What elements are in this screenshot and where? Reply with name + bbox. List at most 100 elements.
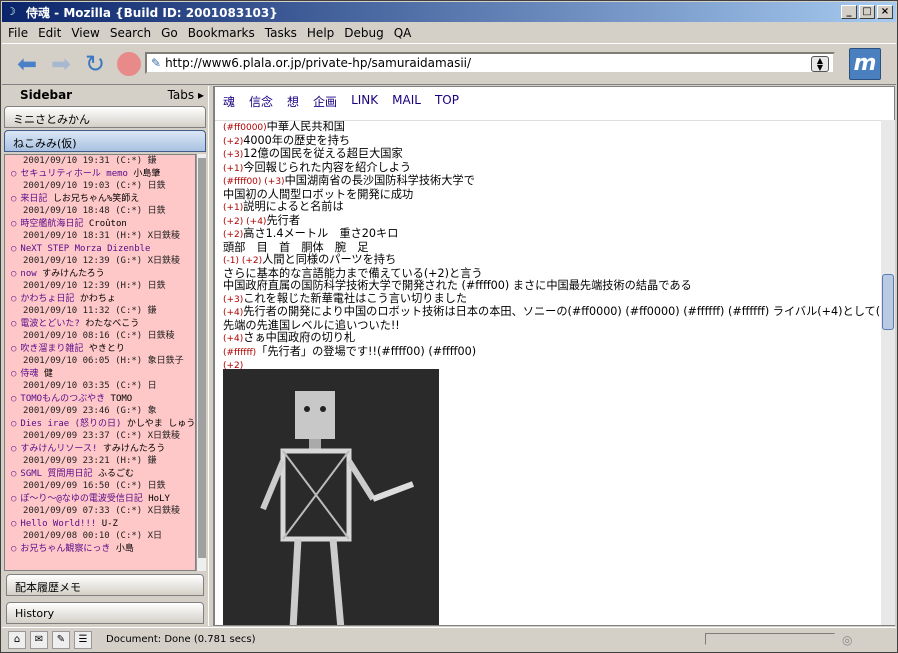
item-title[interactable]: 時空艦航海日記 — [20, 219, 83, 229]
item-title[interactable]: 侍魂 — [20, 369, 38, 379]
nav-link[interactable]: 企画 — [313, 93, 337, 110]
list-item[interactable]: ○ TOMOもんのつぶやき TOMO 2001/09/09 23:46 (G:*) … — [5, 393, 195, 418]
menu-help[interactable]: Help — [307, 26, 334, 40]
item-author: 小島肇 — [133, 168, 161, 179]
item-title[interactable]: すみけんリソース! — [20, 444, 97, 454]
page-text-line: (+2) (+4)先行者 — [215, 214, 881, 229]
sidebar-tabs-menu[interactable]: Tabs ▸ — [168, 88, 204, 102]
menu-edit[interactable]: Edit — [38, 26, 61, 40]
url-dropdown-button[interactable]: ▲ ▼ — [811, 56, 829, 72]
item-title[interactable]: now — [20, 269, 36, 279]
nav-link[interactable]: 信念 — [249, 93, 273, 110]
sidebar-panel-tab[interactable]: 配本履歴メモ — [6, 574, 204, 596]
addressbook-icon[interactable]: ☰ — [74, 630, 92, 649]
menu-view[interactable]: View — [71, 26, 99, 40]
sidebar-scrollbar[interactable] — [196, 154, 206, 571]
line-text: 人間と同様のパーツを持ち — [262, 253, 397, 266]
bullet-icon: ○ — [11, 193, 17, 204]
item-title[interactable]: 電波とどいた? — [20, 319, 79, 329]
composer-icon[interactable]: ✎ — [52, 630, 70, 649]
line-text: 高さ1.4メートル 重さ20キロ — [243, 227, 399, 240]
bullet-icon: ○ — [11, 418, 17, 429]
navigator-icon[interactable]: ⌂ — [8, 630, 26, 649]
mail-icon[interactable]: ✉ — [30, 630, 48, 649]
bullet-icon: ○ — [11, 393, 17, 404]
list-item[interactable]: ○ 吹き溜まり雑記 やきとり 2001/09/10 06:05 (H:*) 象日鉄子 — [5, 343, 195, 368]
menu-bookmarks[interactable]: Bookmarks — [188, 26, 255, 40]
nav-link[interactable]: MAIL — [392, 93, 421, 110]
security-icon: ◎ — [842, 633, 853, 647]
item-date: 2001/09/09 16:50 (C:*) 日鉄 — [23, 481, 166, 491]
sidebar-panel-tab-active[interactable]: ねこみみ(仮) — [4, 130, 206, 152]
list-item[interactable]: ○ セキュリティホール memo 小島肇 2001/09/10 19:03 (C:*… — [5, 168, 195, 193]
bullet-icon: ○ — [11, 518, 17, 529]
inline-tag: (#ff0000) — [223, 123, 267, 133]
list-item[interactable]: ○ SGML 質問用日記 ふるごむ 2001/09/09 16:50 (C:*) 日… — [5, 468, 195, 493]
menu-file[interactable]: File — [8, 26, 28, 40]
item-title[interactable]: かわちょ日記 — [20, 294, 74, 304]
page-proxy-icon[interactable]: ✎ — [151, 56, 161, 70]
list-item[interactable]: 2001/09/10 19:31 (C:*) 鎌 — [5, 155, 195, 168]
list-item[interactable]: ○ 電波とどいた? わたなべこう 2001/09/10 08:16 (C:*) 日鉄… — [5, 318, 195, 343]
list-item[interactable]: ○ now すみけんたろう 2001/09/10 12:39 (H:*) 日鉄 — [5, 268, 195, 293]
menu-go[interactable]: Go — [161, 26, 178, 40]
nav-link[interactable]: 想 — [287, 93, 299, 110]
list-item[interactable]: ○ NeXT STEP Morza Dizenble 2001/09/10 12:3… — [5, 243, 195, 268]
list-item[interactable]: ○ 来日記 しお兄ちゃん%笑師え 2001/09/10 18:48 (C:*) 日鉄 — [5, 193, 195, 218]
status-bar: ⌂ ✉ ✎ ☰ Document: Done (0.781 secs) ◎ — [2, 627, 896, 651]
nav-link[interactable]: TOP — [435, 93, 459, 110]
site-nav: 魂 信念 想 企画 LINK MAIL TOP — [223, 93, 459, 110]
sidebar-panel-tab-history[interactable]: History — [6, 602, 204, 624]
list-item[interactable]: ○Dies irae (怒りの日) かしやま しゅうへい 2001/09/09 2… — [5, 418, 195, 443]
nav-link[interactable]: 魂 — [223, 93, 235, 110]
item-title[interactable]: 来日記 — [20, 194, 47, 204]
list-item[interactable]: ○ ぽ〜り〜@なゆの電波受信日記 HoLY 2001/09/09 07:33 (C:… — [5, 493, 195, 518]
page-text-line: (-1) (+2)人間と同様のパーツを持ち — [215, 253, 881, 268]
inline-tag: (#ffffff) — [223, 347, 257, 358]
item-author: 健 — [43, 368, 53, 379]
maximize-button[interactable]: □ — [859, 5, 875, 19]
nav-link[interactable]: LINK — [351, 93, 378, 110]
menu-tasks[interactable]: Tasks — [265, 26, 297, 40]
close-button[interactable]: × — [877, 5, 893, 19]
page-scrollbar[interactable] — [881, 120, 895, 625]
list-item[interactable]: ○ 時空艦航海日記 Croûton 2001/09/10 18:31 (H:*) X… — [5, 218, 195, 243]
inline-tag: (+3) — [223, 150, 244, 160]
page-scroll-thumb[interactable] — [882, 274, 894, 330]
back-button[interactable]: ⬅ — [12, 49, 42, 79]
list-item[interactable]: ○ お兄ちゃん観察にっき 小島 — [5, 543, 195, 556]
item-date: 2001/09/09 23:21 (H:*) 鎌 — [23, 456, 157, 466]
item-title[interactable]: 吹き溜まり雑記 — [20, 344, 83, 354]
menu-search[interactable]: Search — [110, 26, 151, 40]
menu-debug[interactable]: Debug — [344, 26, 383, 40]
sidebar-panel-tab[interactable]: ミニさとみかん — [4, 106, 206, 128]
item-title[interactable]: ぽ〜り〜@なゆの電波受信日記 — [20, 494, 142, 504]
list-item[interactable]: ○ Hello World!!! U-Z 2001/09/08 00:10 (C:*… — [5, 518, 195, 543]
sidebar-scroll-thumb[interactable] — [198, 158, 206, 558]
item-date: 2001/09/10 08:16 (C:*) 日鉄稜 — [23, 331, 175, 341]
page-content: 魂 信念 想 企画 LINK MAIL TOP (#ff0000)中華人民共和国… — [214, 86, 895, 626]
menu-qa[interactable]: QA — [394, 26, 412, 40]
item-title[interactable]: NeXT STEP Morza Dizenble — [20, 244, 150, 254]
minimize-button[interactable]: _ — [841, 5, 857, 19]
item-title[interactable]: セキュリティホール memo — [20, 169, 128, 179]
list-item[interactable]: ○ すみけんリソース! すみけんたろう 2001/09/09 23:21 (H:*)… — [5, 443, 195, 468]
item-date: 2001/09/10 19:31 (C:*) 鎌 — [23, 156, 157, 166]
item-title[interactable]: SGML 質問用日記 — [20, 469, 92, 479]
page-text-line: (#ff0000)中華人民共和国 — [215, 121, 881, 135]
list-item[interactable]: ○ かわちょ日記 かわちょ 2001/09/10 11:32 (C:*) 鎌 — [5, 293, 195, 318]
item-title[interactable]: お兄ちゃん観察にっき — [20, 544, 110, 554]
forward-button[interactable]: ➡ — [46, 49, 76, 79]
line-text: 12億の国民を従える超巨大国家 — [243, 147, 403, 160]
item-title[interactable]: TOMOもんのつぶやき — [20, 394, 105, 404]
stop-button[interactable] — [114, 49, 144, 79]
item-title[interactable]: Hello World!!! — [20, 519, 96, 529]
url-bar[interactable]: ✎ http://www6.plala.or.jp/private-hp/sam… — [145, 52, 835, 74]
bullet-icon: ○ — [11, 543, 17, 554]
list-item[interactable]: ○ 侍魂 健 2001/09/10 03:35 (C:*) 日 — [5, 368, 195, 393]
item-date: 2001/09/10 19:03 (C:*) 日鉄 — [23, 181, 166, 191]
reload-button[interactable]: ↻ — [80, 49, 110, 79]
mozilla-logo-icon[interactable]: m — [849, 48, 881, 80]
robot-photo — [223, 369, 439, 625]
item-title[interactable]: Dies irae (怒りの日) — [20, 419, 121, 429]
